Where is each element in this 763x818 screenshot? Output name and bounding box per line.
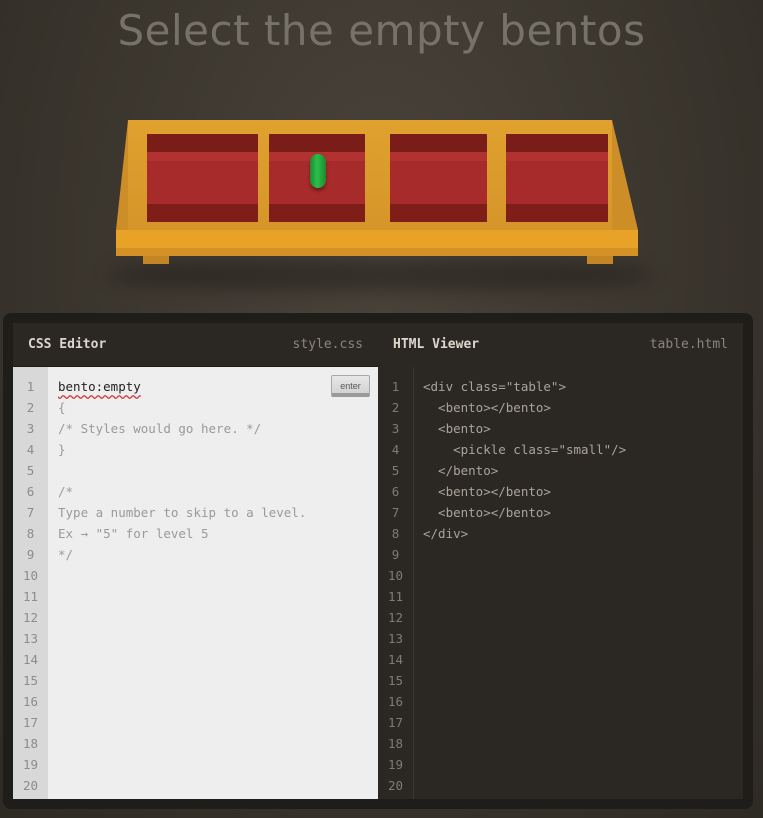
line-number: 4: [26, 442, 35, 457]
line-number: 5: [391, 463, 400, 478]
table-front-shade: [116, 248, 638, 256]
line-number: 16: [387, 694, 404, 709]
css-code-line: */: [58, 547, 74, 562]
css-code-line: /*: [58, 484, 74, 499]
line-number: 2: [391, 400, 400, 415]
line-number: 8: [391, 526, 400, 541]
html-code-line-pickle[interactable]: <pickle class="small"/>: [423, 439, 735, 460]
line-number: 14: [387, 652, 404, 667]
line-number: 11: [387, 589, 404, 604]
bento-3[interactable]: [390, 134, 487, 222]
bento-base: [269, 204, 365, 222]
game-board: [0, 110, 763, 310]
bento-base: [147, 204, 258, 222]
bento-base: [506, 204, 608, 222]
editor-container: CSS Editor style.css 1 2 3 4 5 6 7 8 9 1…: [3, 313, 753, 809]
css-code-line: }: [58, 442, 66, 457]
html-viewer-pane: HTML Viewer table.html 1 2 3 4 5 6 7 8 9…: [378, 323, 743, 799]
line-number: 3: [26, 421, 35, 436]
line-number: 13: [22, 631, 39, 646]
line-number: 2: [26, 400, 35, 415]
pickle[interactable]: [310, 154, 326, 188]
bento-4[interactable]: [506, 134, 608, 222]
html-line-numbers: 1 2 3 4 5 6 7 8 9 10 11 12 13 14 15 16 1…: [378, 367, 414, 799]
line-number: 12: [22, 610, 39, 625]
line-number: 15: [387, 673, 404, 688]
bento-base: [390, 204, 487, 222]
css-code: bento:empty { /* Styles would go here. *…: [58, 376, 370, 565]
enter-button[interactable]: enter: [331, 375, 370, 397]
html-viewer-filename: table.html: [649, 337, 728, 352]
line-number: 16: [22, 694, 39, 709]
css-selector-input[interactable]: bento:empty: [58, 376, 370, 397]
html-code-line-bento-3[interactable]: <bento></bento>: [423, 481, 735, 502]
line-number: 19: [22, 757, 39, 772]
line-number: 18: [22, 736, 39, 751]
css-code-line: [58, 460, 370, 481]
bento-rim: [506, 134, 608, 152]
line-number: 15: [22, 673, 39, 688]
table-leg-right: [587, 255, 613, 264]
line-number: 7: [26, 505, 35, 520]
html-viewer-title: HTML Viewer: [393, 337, 480, 352]
line-number: 10: [387, 568, 404, 583]
line-number: 4: [391, 442, 400, 457]
line-number: 8: [26, 526, 35, 541]
css-code-line: {: [58, 400, 66, 415]
table-shadow: [108, 258, 653, 292]
line-number: 12: [387, 610, 404, 625]
line-number: 3: [391, 421, 400, 436]
table-side-right: [612, 120, 638, 230]
html-code-line-table[interactable]: <div class="table">: [423, 376, 735, 397]
css-code-line: Type a number to skip to a level.: [58, 505, 307, 520]
line-number: 19: [387, 757, 404, 772]
css-editor-pane: CSS Editor style.css 1 2 3 4 5 6 7 8 9 1…: [13, 323, 378, 799]
table-leg-left: [143, 255, 169, 264]
line-number: 9: [26, 547, 35, 562]
css-code-line: Ex → "5" for level 5: [58, 526, 209, 541]
bento-2[interactable]: [269, 134, 365, 222]
css-code-line: /* Styles would go here. */: [58, 421, 262, 436]
line-number: 11: [22, 589, 39, 604]
line-number: 20: [387, 778, 404, 793]
line-number: 1: [391, 379, 400, 394]
html-code: <div class="table"> <bento></bento> <ben…: [423, 376, 735, 544]
line-number: 14: [22, 652, 39, 667]
html-code-line-table-close[interactable]: </div>: [423, 523, 735, 544]
css-line-numbers: 1 2 3 4 5 6 7 8 9 10 11 12 13 14 15 16 1…: [13, 367, 48, 799]
bento-rim: [390, 134, 487, 152]
bento-inner: [506, 152, 608, 204]
line-number: 5: [26, 463, 35, 478]
line-number: 20: [22, 778, 39, 793]
bento-inner: [390, 152, 487, 204]
line-number: 7: [391, 505, 400, 520]
html-code-line-bento-1[interactable]: <bento></bento>: [423, 397, 735, 418]
css-editor-filename: style.css: [292, 337, 363, 352]
line-number: 13: [387, 631, 404, 646]
level-instruction: Select the empty bentos: [117, 6, 646, 55]
bento-rim: [269, 134, 365, 152]
bento-inner: [147, 152, 258, 204]
html-code-line-bento-2[interactable]: <bento>: [423, 418, 735, 439]
html-code-line-bento-2-close[interactable]: </bento>: [423, 460, 735, 481]
line-number: 6: [391, 484, 400, 499]
bento-rim: [147, 134, 258, 152]
table-side-left: [116, 120, 128, 230]
line-number: 1: [26, 379, 35, 394]
line-number: 18: [387, 736, 404, 751]
css-editor-title: CSS Editor: [28, 337, 107, 352]
line-number: 9: [391, 547, 400, 562]
html-code-line-bento-4[interactable]: <bento></bento>: [423, 502, 735, 523]
line-number: 17: [22, 715, 39, 730]
html-viewer-header: HTML Viewer table.html: [378, 323, 743, 366]
line-number: 17: [387, 715, 404, 730]
line-number: 10: [22, 568, 39, 583]
css-editor-header: CSS Editor style.css: [13, 323, 378, 366]
line-number: 6: [26, 484, 35, 499]
bento-1[interactable]: [147, 134, 258, 222]
